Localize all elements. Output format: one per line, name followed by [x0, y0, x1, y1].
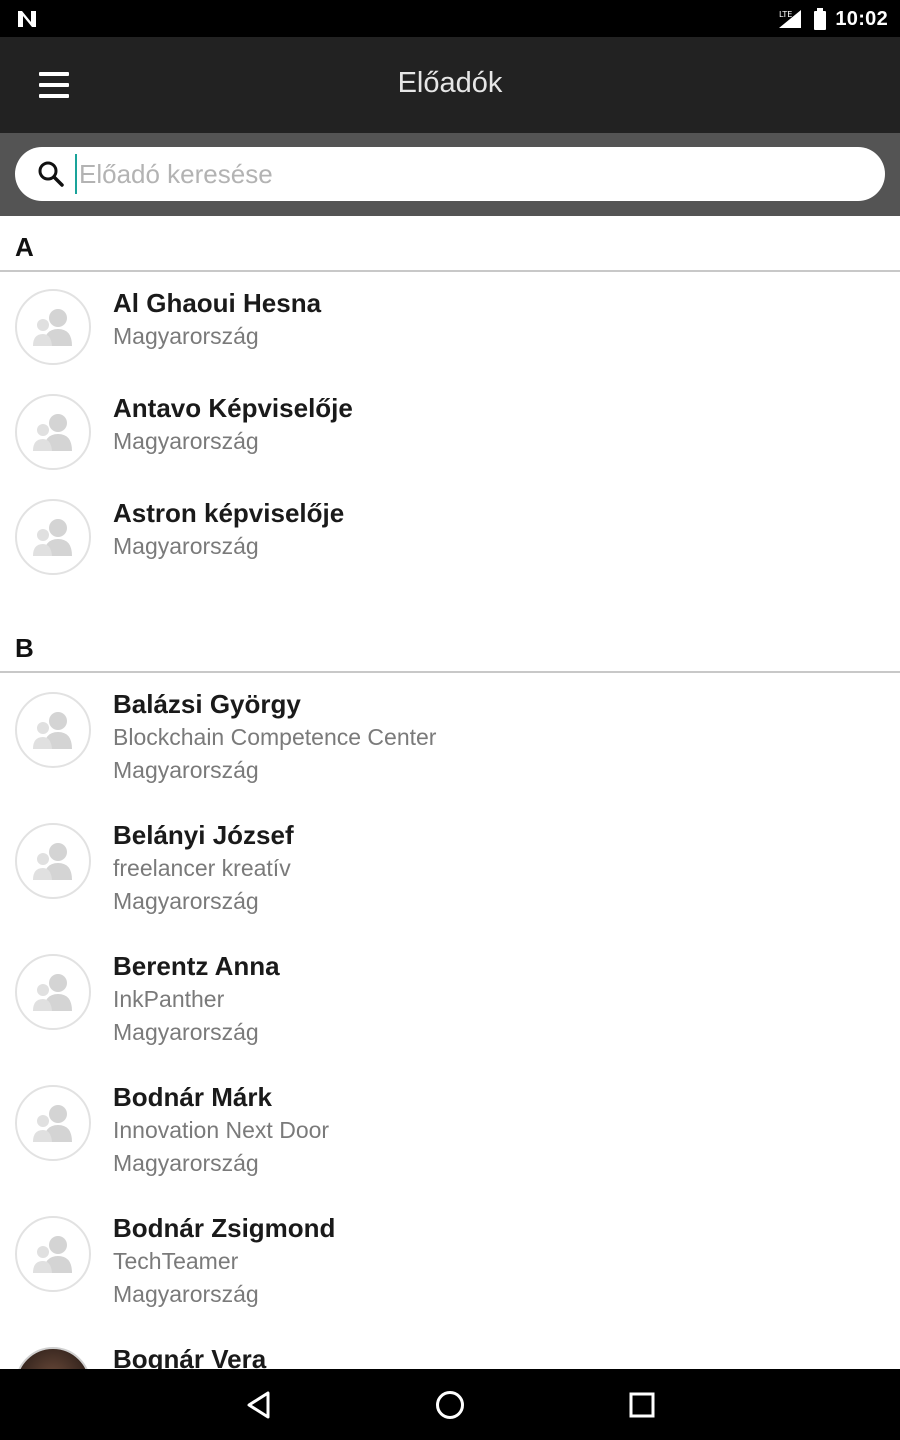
placeholder-avatar-icon [33, 1236, 72, 1273]
speaker-country: Magyarország [113, 428, 259, 454]
speaker-company: InkPanther [113, 986, 225, 1012]
section-header-a: A [0, 216, 900, 272]
placeholder-avatar-icon [33, 1105, 72, 1142]
n-notification-icon [18, 11, 36, 27]
home-button[interactable] [427, 1382, 473, 1428]
avatar [15, 823, 91, 899]
search-input[interactable] [75, 154, 885, 194]
section-header-b: B [0, 617, 900, 673]
signal-icon: LTE [779, 10, 802, 28]
status-time: 10:02 [835, 7, 888, 30]
avatar [15, 499, 91, 575]
speaker-company: freelancer kreatív [113, 855, 291, 881]
app-bar: Előadók [0, 37, 900, 133]
speaker-name: Bognár Vera [113, 1344, 267, 1369]
avatar [15, 1216, 91, 1292]
speaker-country: Magyarország [113, 888, 259, 914]
placeholder-avatar-icon [33, 309, 72, 346]
speaker-company: Innovation Next Door [113, 1117, 330, 1143]
speaker-name: Balázsi György [113, 689, 301, 719]
search-strip [0, 133, 900, 216]
back-button[interactable] [236, 1382, 282, 1428]
speaker-company: TechTeamer [113, 1248, 239, 1274]
avatar [15, 692, 91, 768]
navigation-bar [0, 1369, 900, 1440]
battery-icon [814, 8, 827, 30]
avatar [15, 289, 91, 365]
speaker-name: Bodnár Márk [113, 1082, 272, 1112]
recents-button[interactable] [619, 1382, 665, 1428]
placeholder-avatar-icon [33, 519, 72, 556]
speaker-name: Belányi József [113, 820, 294, 850]
speaker-name: Antavo Képviselője [113, 393, 353, 423]
list-item[interactable]: Bognár Vera [0, 1328, 900, 1369]
photo-avatar [15, 1347, 91, 1369]
list-item[interactable]: Berentz Anna InkPanther Magyarország [0, 935, 900, 1066]
avatar [15, 1085, 91, 1161]
status-bar: LTE 10:02 [0, 0, 900, 37]
search-box[interactable] [15, 147, 885, 201]
speaker-name: Al Ghaoui Hesna [113, 288, 322, 318]
list-item[interactable]: Balázsi György Blockchain Competence Cen… [0, 673, 900, 804]
back-triangle-icon [247, 1391, 270, 1419]
placeholder-avatar-icon [33, 414, 72, 451]
placeholder-avatar-icon [33, 843, 72, 880]
speaker-name: Bodnár Zsigmond [113, 1213, 336, 1243]
speaker-country: Magyarország [113, 757, 259, 783]
avatar [15, 954, 91, 1030]
list-item[interactable]: Astron képviselője Magyarország [0, 482, 900, 587]
speaker-list[interactable]: A Al Ghaoui Hesna Magyarország Antavo Ké… [0, 216, 900, 1369]
list-item[interactable]: Antavo Képviselője Magyarország [0, 377, 900, 482]
avatar [15, 394, 91, 470]
search-icon [38, 161, 64, 187]
placeholder-avatar-icon [33, 974, 72, 1011]
list-item[interactable]: Belányi József freelancer kreatív Magyar… [0, 804, 900, 935]
speaker-name: Berentz Anna [113, 951, 280, 981]
list-item[interactable]: Al Ghaoui Hesna Magyarország [0, 272, 900, 377]
speaker-country: Magyarország [113, 533, 259, 559]
speaker-company: Blockchain Competence Center [113, 724, 437, 750]
speaker-name: Astron képviselője [113, 498, 345, 528]
list-item[interactable]: Bodnár Zsigmond TechTeamer Magyarország [0, 1197, 900, 1328]
speaker-country: Magyarország [113, 1019, 259, 1045]
placeholder-avatar-icon [33, 712, 72, 749]
speaker-country: Magyarország [113, 1150, 259, 1176]
speaker-country: Magyarország [113, 323, 259, 349]
recents-square-icon [629, 1392, 655, 1418]
page-title: Előadók [397, 67, 503, 99]
home-circle-icon [436, 1391, 464, 1419]
list-item[interactable]: Bodnár Márk Innovation Next Door Magyaro… [0, 1066, 900, 1197]
speaker-country: Magyarország [113, 1281, 259, 1307]
svg-text:LTE: LTE [779, 10, 792, 19]
